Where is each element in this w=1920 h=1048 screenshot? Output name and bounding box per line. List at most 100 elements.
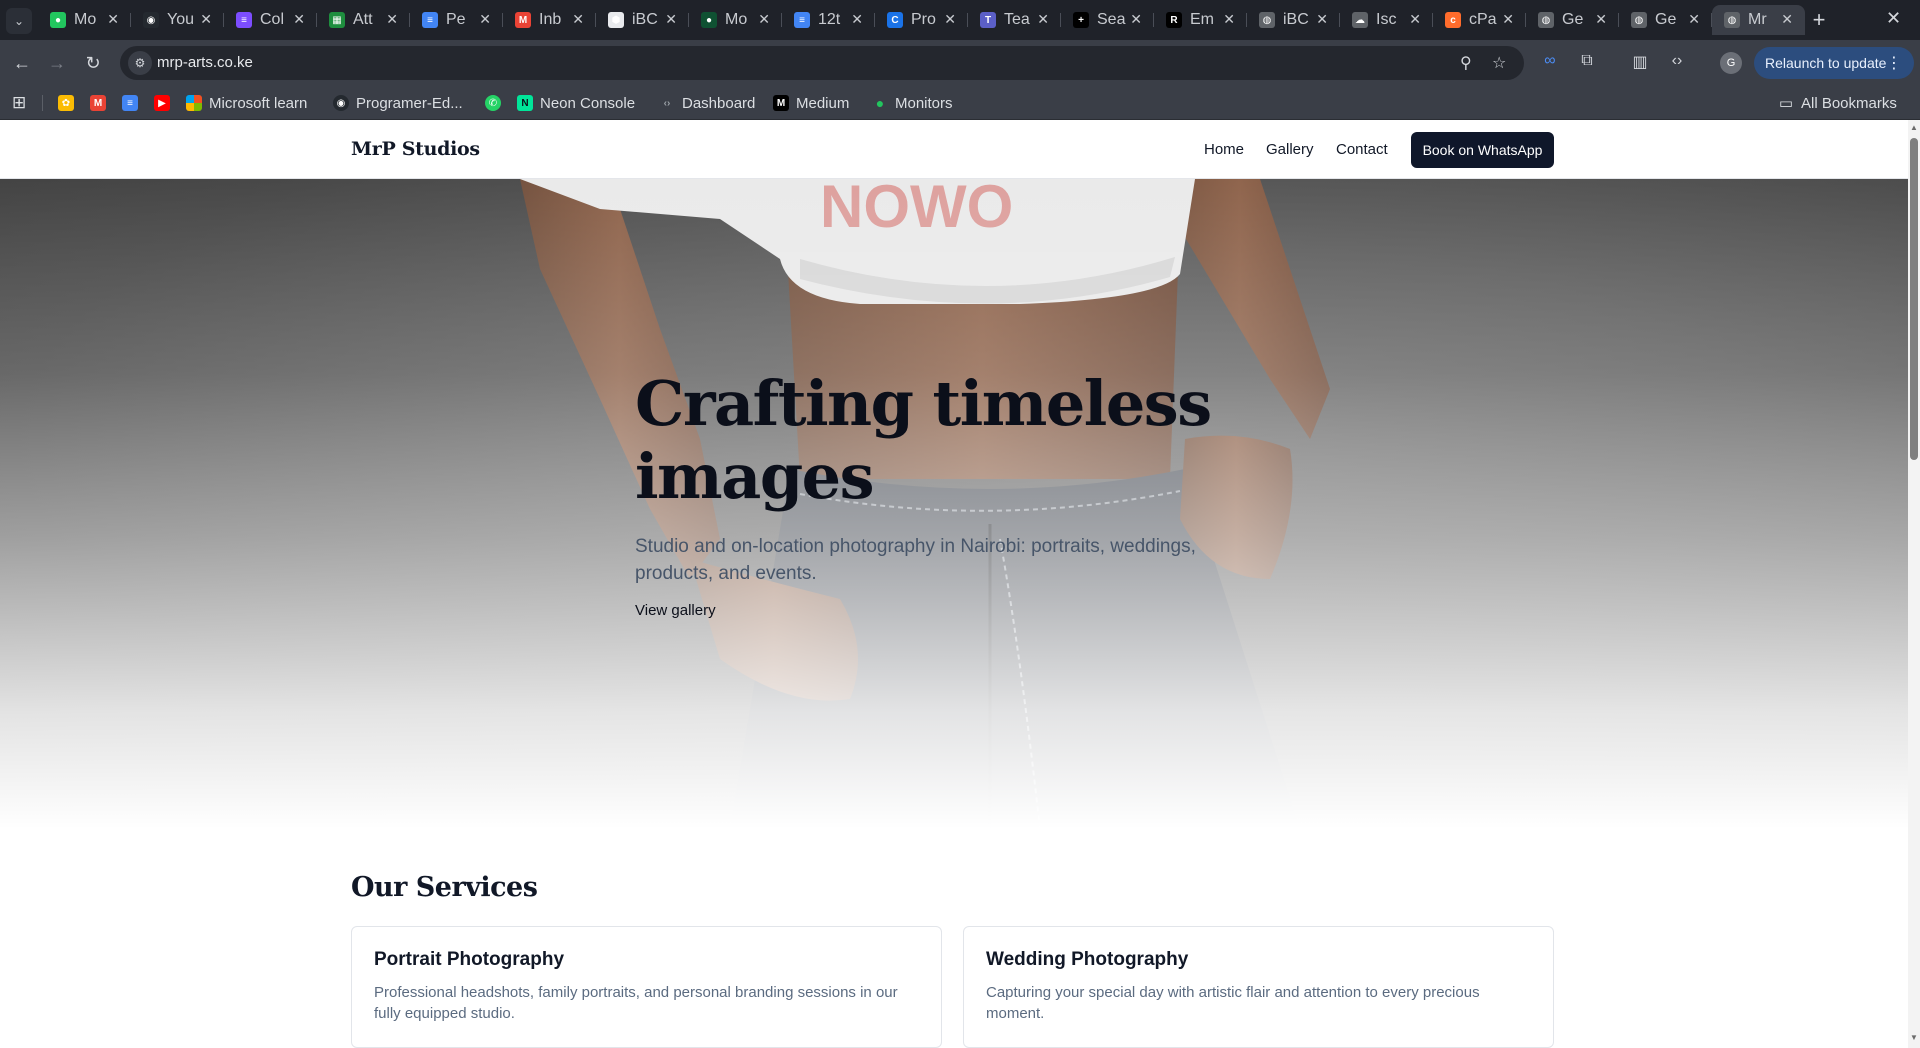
reload-icon[interactable]: ↻ [81,51,105,75]
view-gallery-link[interactable]: View gallery [635,602,716,619]
tab-close-icon[interactable]: ✕ [1688,11,1700,28]
bookmark-google-photos-icon[interactable]: ✿ [58,86,81,120]
bookmark-docs-icon[interactable]: ≡ [122,86,145,120]
web-page: MrP Studios Home Gallery Contact Book on… [0,120,1908,1048]
tab-close-icon[interactable]: ✕ [1037,11,1049,28]
back-arrow-icon[interactable]: ← [10,51,34,75]
browser-tab[interactable]: ◍ Ge ✕ [1526,5,1619,35]
browser-tab[interactable]: + Sea ✕ [1061,5,1154,35]
browser-tab[interactable]: ▦ Att ✕ [317,5,410,35]
brand-logo[interactable]: MrP Studios [351,138,480,160]
tab-list: ● Mo ✕ ◉ You ✕ ≡ Col ✕ ▦ Att ✕ ≡ Pe ✕ M Inb ✕ ⬢ iBC ✕ ● Mo ✕ ≡ 12… [38,5,1805,35]
bookmark-monitors[interactable]: ● Monitors [872,86,953,120]
book-whatsapp-button[interactable]: Book on WhatsApp [1411,132,1554,168]
bookmark-label: Medium [796,94,850,112]
tab-close-icon[interactable]: ✕ [944,11,956,28]
extension-infinity-icon[interactable]: ∞ [1539,52,1561,70]
bookmark-neon-console[interactable]: N Neon Console [517,86,635,120]
browser-tab[interactable]: ● Mo ✕ [689,5,782,35]
bookmark-dashboard[interactable]: ‹› Dashboard [659,86,756,120]
site-info-icon[interactable]: ⚙ [128,51,152,75]
url-text[interactable]: mrp-arts.co.ke [157,54,253,71]
nav-link-home[interactable]: Home [1204,141,1244,158]
globe-icon: ◍ [1724,12,1740,28]
browser-tab[interactable]: c cPa ✕ [1433,5,1526,35]
tab-close-icon[interactable]: ✕ [386,11,398,28]
bookmark-medium[interactable]: M Medium [773,86,849,120]
bookmark-whatsapp-icon[interactable]: ✆ [485,86,508,120]
extensions-puzzle-icon[interactable]: ⧉ [1576,52,1598,70]
new-tab-plus-icon[interactable]: + [1806,7,1832,33]
reading-mode-icon[interactable]: ▥ [1629,52,1651,72]
browser-tab[interactable]: ≡ 12t ✕ [782,5,875,35]
scrollbar-thumb[interactable] [1910,138,1918,460]
address-bar[interactable]: ⚙ mrp-arts.co.ke ⚲ ☆ [120,46,1524,80]
browser-tab[interactable]: ◍ Mr ✕ [1712,5,1805,35]
relaunch-update-button[interactable]: Relaunch to update ⋮ [1754,47,1914,79]
tab-close-icon[interactable]: ✕ [1316,11,1328,28]
page-scrollbar[interactable]: ▲ ▼ [1908,120,1920,1048]
all-bookmarks-label: All Bookmarks [1801,94,1897,112]
browser-tab[interactable]: ◉ You ✕ [131,5,224,35]
services-heading: Our Services [351,872,538,903]
tab-close-icon[interactable]: ✕ [1130,11,1142,28]
bookmarks-divider [42,95,43,111]
tab-title: iBC [1283,11,1309,28]
tab-close-icon[interactable]: ✕ [1781,11,1793,28]
browser-tab[interactable]: ☁ Isc ✕ [1340,5,1433,35]
tab-title: Ge [1562,11,1584,28]
bookmark-programer-ed[interactable]: ◉ Programer-Ed... [333,86,463,120]
tab-close-icon[interactable]: ✕ [479,11,491,28]
browser-tab[interactable]: ≡ Col ✕ [224,5,317,35]
tab-title: Isc [1376,11,1397,28]
hero-section: NOWO Crafting timeless images Studio and… [0,179,1908,829]
tab-close-icon[interactable]: ✕ [1595,11,1607,28]
bookmark-microsoft-learn[interactable]: Microsoft learn [186,86,307,120]
bookmark-star-icon[interactable]: ☆ [1492,53,1506,73]
green-dot-icon: ● [875,95,885,111]
tab-close-icon[interactable]: ✕ [1409,11,1421,28]
browser-tab[interactable]: ≡ Pe ✕ [410,5,503,35]
browser-tab[interactable]: ◍ Ge ✕ [1619,5,1712,35]
bookmark-youtube-icon[interactable]: ▶ [154,86,177,120]
tab-close-icon[interactable]: ✕ [293,11,305,28]
browser-tab[interactable]: T Tea ✕ [968,5,1061,35]
browser-toolbar: ← → ↻ ⚙ mrp-arts.co.ke ⚲ ☆ ∞ ⧉ ▥ ‹› G Re… [0,40,1920,86]
tab-title: Pro [911,11,936,28]
devtools-code-icon[interactable]: ‹› [1666,52,1688,70]
browser-tab[interactable]: ◍ iBC ✕ [1247,5,1340,35]
browser-tab[interactable]: ⬢ iBC ✕ [596,5,689,35]
nav-link-contact[interactable]: Contact [1336,141,1388,158]
tab-search-chevron-icon[interactable]: ⌄ [6,8,32,34]
tab-close-icon[interactable]: ✕ [572,11,584,28]
tab-close-icon[interactable]: ✕ [758,11,770,28]
tab-close-icon[interactable]: ✕ [851,11,863,28]
hero-subtitle: Studio and on-location photography in Na… [635,536,1196,584]
tab-close-icon[interactable]: ✕ [665,11,677,28]
tab-close-icon[interactable]: ✕ [107,11,119,28]
tab-close-icon[interactable]: ✕ [1223,11,1235,28]
service-description: Capturing your special day with artistic… [986,984,1480,1022]
browser-tab[interactable]: R Em ✕ [1154,5,1247,35]
globe-icon: ◍ [1259,12,1275,28]
scroll-down-arrow-icon[interactable]: ▼ [1910,1034,1918,1042]
tab-title: Inb [539,11,562,28]
docs-icon: ≡ [794,12,810,28]
forward-arrow-icon[interactable]: → [45,51,69,75]
tab-title: cPa [1469,11,1497,28]
scroll-up-arrow-icon[interactable]: ▲ [1910,124,1918,132]
browser-tab[interactable]: C Pro ✕ [875,5,968,35]
nav-link-gallery[interactable]: Gallery [1266,141,1314,158]
r-logo-icon: R [1166,12,1182,28]
tab-close-icon[interactable]: ✕ [1502,11,1514,28]
browser-tab[interactable]: M Inb ✕ [503,5,596,35]
forms-icon: ≡ [236,12,252,28]
window-close-icon[interactable]: ✕ [1886,8,1901,29]
tab-close-icon[interactable]: ✕ [200,11,212,28]
zoom-magnifier-icon[interactable]: ⚲ [1460,53,1472,73]
apps-grid-icon[interactable]: ⊞ [12,86,26,120]
bookmark-gmail-icon[interactable]: M [90,86,113,120]
browser-tab[interactable]: ● Mo ✕ [38,5,131,35]
profile-avatar[interactable]: G [1720,52,1742,74]
all-bookmarks-button[interactable]: ▭ All Bookmarks [1778,86,1897,120]
